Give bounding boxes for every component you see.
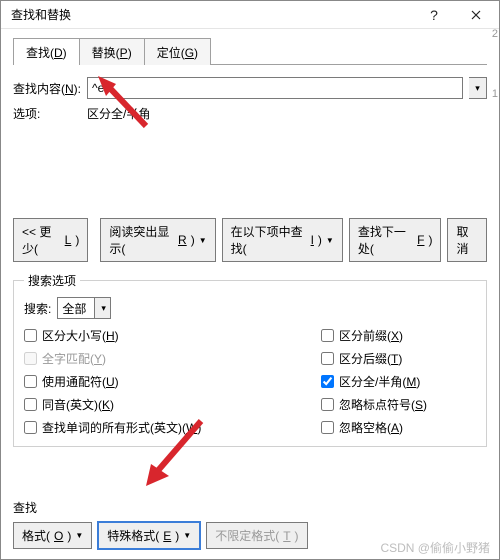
- main-button-row: << 更少(L) 阅读突出显示(R)▼ 在以下项中查找(I)▼ 查找下一处(F)…: [13, 218, 487, 262]
- chevron-down-icon: ▾: [94, 298, 110, 318]
- find-format-section-label: 查找: [13, 499, 487, 516]
- chevron-down-icon: ▼: [183, 531, 191, 540]
- ignore-whitespace-checkbox[interactable]: 忽略空格(A): [321, 419, 476, 436]
- ignore-punctuation-checkbox[interactable]: 忽略标点符号(S): [321, 396, 476, 413]
- options-right-column: 区分前缀(X) 区分后缀(T) 区分全/半角(M) 忽略标点符号(S): [321, 327, 476, 436]
- find-what-label: 查找内容(N):: [13, 80, 81, 97]
- no-formatting-button: 不限定格式(T): [206, 522, 307, 549]
- search-options-group: 搜索选项 搜索: 全部 ▾ 区分大小写(H) 全字匹配(Y): [13, 272, 487, 447]
- cancel-button[interactable]: 取消: [447, 218, 487, 262]
- find-what-input[interactable]: [87, 77, 463, 99]
- find-replace-dialog: 查找和替换 ? 查找(D) 替换(P) 定位(G) 查找内容(N):: [0, 0, 500, 560]
- special-format-button[interactable]: 特殊格式(E)▼: [98, 522, 200, 549]
- match-suffix-checkbox[interactable]: 区分后缀(T): [321, 350, 476, 367]
- use-wildcards-checkbox[interactable]: 使用通配符(U): [24, 373, 321, 390]
- tab-row: 查找(D) 替换(P) 定位(G): [13, 37, 487, 65]
- find-what-history-button[interactable]: ▾: [469, 77, 487, 99]
- titlebar-buttons: ?: [413, 1, 497, 29]
- close-icon: [471, 10, 481, 20]
- less-button[interactable]: << 更少(L): [13, 218, 88, 262]
- find-next-button[interactable]: 查找下一处(F): [349, 218, 442, 262]
- tab-goto[interactable]: 定位(G): [144, 38, 211, 65]
- word-forms-checkbox[interactable]: 查找单词的所有形式(英文)(W): [24, 419, 321, 436]
- match-case-checkbox[interactable]: 区分大小写(H): [24, 327, 321, 344]
- search-options-legend: 搜索选项: [24, 272, 80, 289]
- dialog-title: 查找和替换: [11, 6, 71, 23]
- watermark: CSDN @偷偷小野猪: [380, 539, 490, 556]
- find-in-button[interactable]: 在以下项中查找(I)▼: [222, 218, 343, 262]
- match-width-checkbox[interactable]: 区分全/半角(M): [321, 373, 476, 390]
- reading-highlight-button[interactable]: 阅读突出显示(R)▼: [100, 218, 215, 262]
- options-left-column: 区分大小写(H) 全字匹配(Y) 使用通配符(U) 同音(英文)(K): [24, 327, 321, 436]
- format-button[interactable]: 格式(O)▼: [13, 522, 92, 549]
- close-button[interactable]: [455, 1, 497, 29]
- line-number: 1: [492, 88, 498, 100]
- tab-replace[interactable]: 替换(P): [79, 38, 145, 65]
- sounds-like-checkbox[interactable]: 同音(英文)(K): [24, 396, 321, 413]
- match-prefix-checkbox[interactable]: 区分前缀(X): [321, 327, 476, 344]
- options-label: 选项:: [13, 105, 81, 122]
- chevron-down-icon: ▾: [475, 83, 480, 94]
- chevron-down-icon: ▼: [75, 531, 83, 540]
- titlebar: 查找和替换 ?: [1, 1, 499, 29]
- whole-word-checkbox: 全字匹配(Y): [24, 350, 321, 367]
- search-direction-select[interactable]: 全部 ▾: [57, 297, 111, 319]
- search-direction-label: 搜索:: [24, 300, 51, 317]
- options-value: 区分全/半角: [87, 105, 150, 122]
- help-button[interactable]: ?: [413, 1, 455, 29]
- tab-find[interactable]: 查找(D): [13, 38, 80, 65]
- line-number: 2: [492, 28, 498, 40]
- chevron-down-icon: ▼: [199, 236, 207, 245]
- chevron-down-icon: ▼: [326, 236, 334, 245]
